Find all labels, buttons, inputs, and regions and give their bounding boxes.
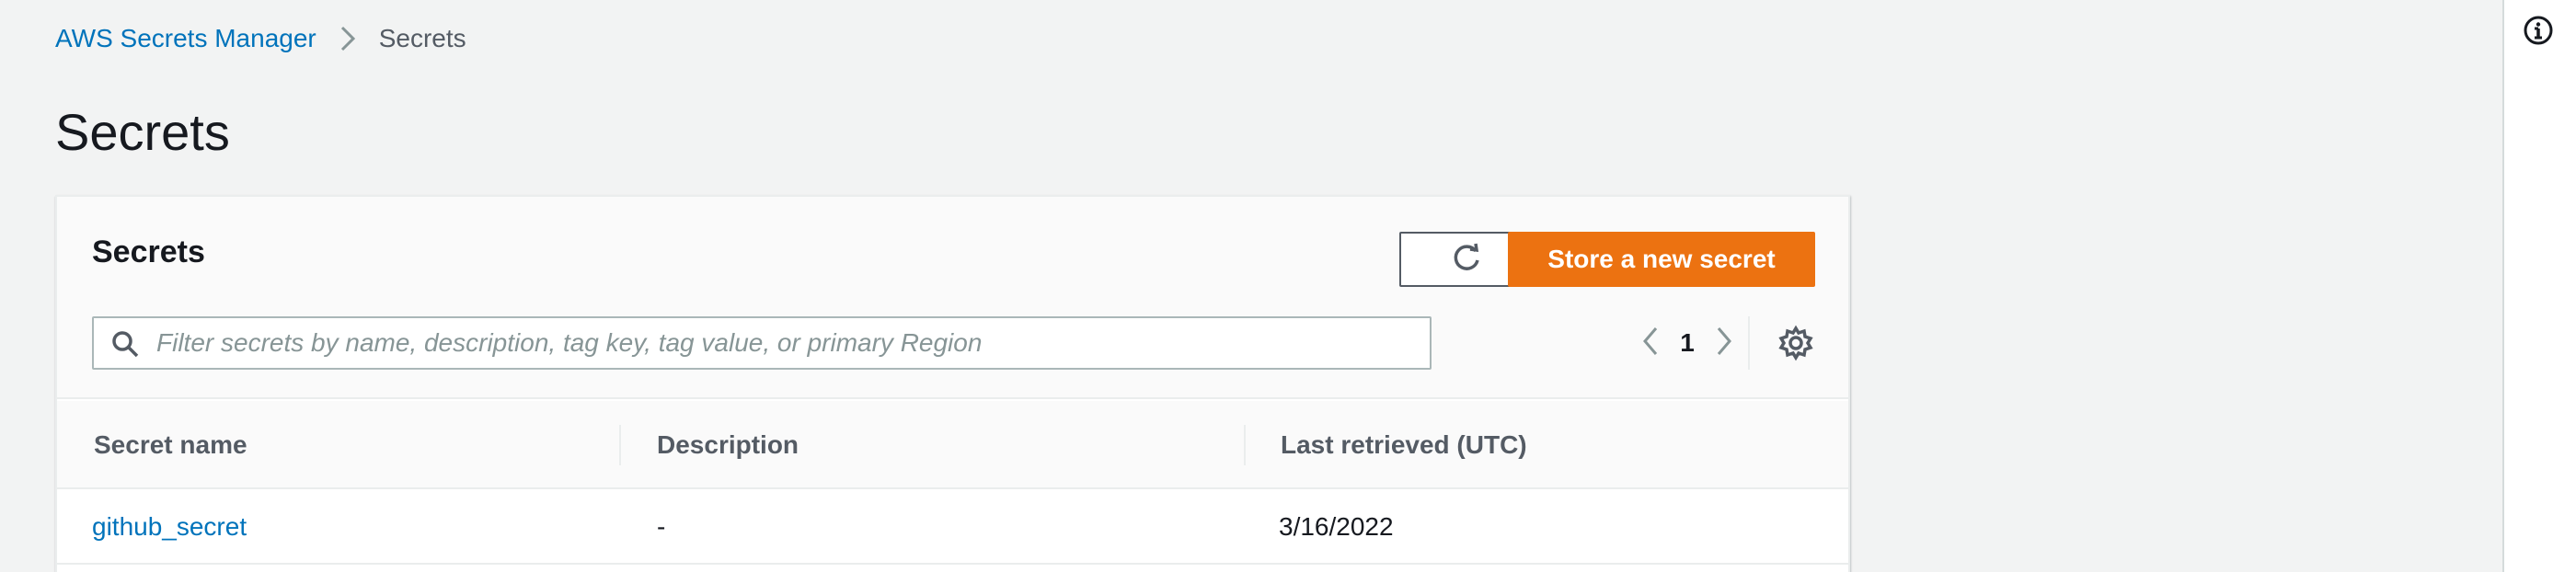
breadcrumb-current: Secrets (378, 24, 466, 52)
help-panel-rail (2502, 0, 2576, 572)
table-row: github_secret - 3/16/2022 (57, 489, 1848, 565)
info-icon[interactable] (2523, 15, 2554, 46)
refresh-icon (1448, 240, 1485, 280)
column-header-last-retrieved[interactable]: Last retrieved (UTC) (1281, 401, 1527, 489)
column-divider[interactable] (1244, 425, 1246, 465)
current-page-number[interactable]: 1 (1669, 328, 1706, 358)
panel-title: Secrets (92, 235, 205, 269)
secrets-table-panel: Secrets Store a new secret Filter secret… (55, 195, 1850, 572)
column-header-description[interactable]: Description (657, 401, 799, 489)
secret-description: - (657, 512, 666, 541)
secret-last-retrieved: 3/16/2022 (1279, 512, 1394, 541)
gear-icon[interactable] (1777, 325, 1814, 361)
chevron-right-icon (337, 20, 359, 57)
pagination: 1 (1632, 316, 1742, 370)
search-input[interactable] (156, 318, 1417, 368)
next-page-button[interactable] (1706, 316, 1742, 370)
breadcrumb: AWS Secrets Manager Secrets (55, 20, 466, 57)
column-divider[interactable] (619, 425, 621, 465)
search-box[interactable] (92, 316, 1432, 370)
page-title: Secrets (55, 103, 230, 161)
store-new-secret-button[interactable]: Store a new secret (1508, 232, 1815, 287)
table-header: Secret name Description Last retrieved (… (57, 401, 1848, 489)
panel-header: Secrets Store a new secret Filter secret… (57, 197, 1848, 399)
pagination-divider (1748, 316, 1750, 370)
previous-page-button[interactable] (1632, 316, 1669, 370)
main-content: AWS Secrets Manager Secrets Secrets Secr… (0, 0, 2502, 572)
secret-name-link[interactable]: github_secret (92, 489, 247, 565)
search-icon (110, 329, 140, 359)
chevron-right-icon (1715, 325, 1733, 362)
chevron-left-icon (1641, 325, 1660, 362)
column-header-secret-name[interactable]: Secret name (94, 401, 247, 489)
breadcrumb-service-link[interactable]: AWS Secrets Manager (55, 20, 316, 57)
